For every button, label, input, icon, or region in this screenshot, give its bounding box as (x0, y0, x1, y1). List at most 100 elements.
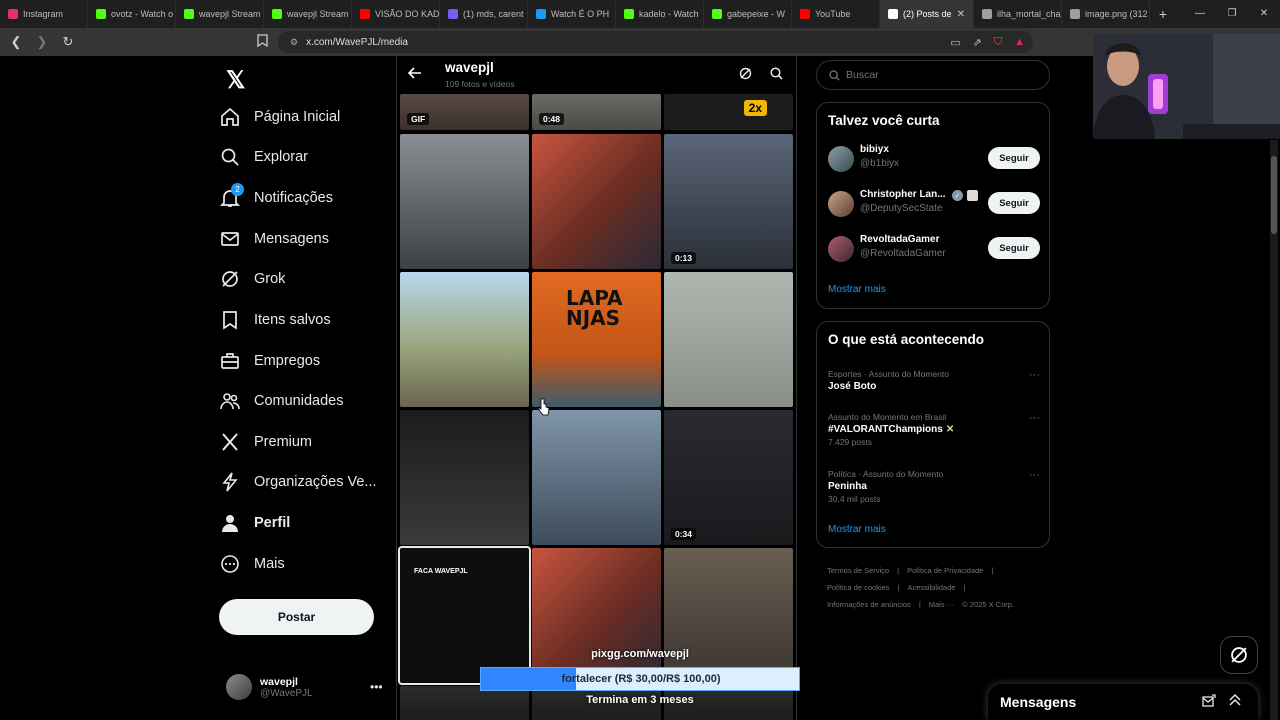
post-button[interactable]: Postar (219, 599, 374, 635)
sidebar-item-bookmark[interactable]: Itens salvos (220, 302, 331, 338)
media-tile[interactable] (400, 410, 529, 545)
sidebar-item-home[interactable]: Página Inicial (220, 99, 340, 135)
trend-item[interactable]: Esportes · Assunto do Momento José Boto ··… (828, 369, 1040, 392)
media-duration-badge: 0:48 (539, 113, 565, 125)
media-tile[interactable]: 0:34 (664, 410, 793, 545)
trends-show-more[interactable]: Mostrar mais (828, 524, 886, 535)
new-tab-button[interactable]: + (1150, 6, 1176, 22)
back-arrow-icon[interactable] (407, 66, 422, 82)
footer-link[interactable]: Política de Privacidade (907, 566, 983, 575)
x-logo-icon[interactable]: 𝕏 (226, 66, 245, 95)
minimize-button[interactable]: ― (1184, 0, 1216, 28)
browser-tab[interactable]: Instagram (0, 0, 88, 28)
tab-label: Instagram (23, 9, 64, 19)
brave-rewards-icon[interactable]: ▲ (1014, 36, 1025, 48)
sidebar-item-lightning[interactable]: Organizações Ve... (220, 464, 377, 500)
browser-tab[interactable]: gabepeixe - W (704, 0, 792, 28)
account-switcher[interactable]: wavepjl @WavePJL (226, 674, 313, 700)
grok-floating-button[interactable] (1220, 636, 1258, 674)
address-bar-row: ❮ ❯ ↻ ⚙ x.com/WavePJL/media ▭ ⇗ ⛉ ▲ (0, 28, 1280, 56)
reload-button[interactable]: ↻ (58, 34, 78, 50)
browser-tab[interactable]: ilha_mortal_cha (974, 0, 1062, 28)
browser-tab[interactable]: VISÃO DO KAD (352, 0, 440, 28)
sidebar-item-bell[interactable]: 2 Notificações (220, 180, 333, 216)
url-field[interactable]: ⚙ x.com/WavePJL/media ▭ ⇗ ⛉ ▲ (278, 31, 1033, 53)
sidebar-item-envelope[interactable]: Mensagens (220, 221, 329, 257)
tab-favicon-icon (800, 9, 810, 19)
follow-button[interactable]: Seguir (988, 237, 1040, 259)
sidebar-item-person[interactable]: Perfil (220, 505, 290, 541)
expand-chevrons-icon[interactable] (1228, 693, 1242, 712)
back-nav-button[interactable]: ❮ (6, 34, 26, 50)
footer-link[interactable]: Termos de Serviço (827, 566, 889, 575)
media-tile[interactable]: LAPA NJAS (532, 272, 661, 407)
suggested-user-handle: @RevoltadaGamer (860, 248, 946, 259)
search-input[interactable]: Buscar (816, 60, 1050, 90)
media-tile[interactable] (532, 134, 661, 269)
trend-more-icon[interactable]: ··· (1029, 469, 1040, 481)
cast-icon[interactable]: ▭ (950, 36, 960, 49)
forward-nav-button[interactable]: ❯ (32, 34, 52, 50)
media-tile[interactable] (532, 410, 661, 545)
browser-tab[interactable]: Watch É O PH (528, 0, 616, 28)
footer-link[interactable]: Mais ··· (929, 600, 954, 609)
tab-label: wavepjl Stream (199, 9, 261, 19)
sidebar-item-more-circle[interactable]: Mais (220, 546, 285, 582)
messages-drawer[interactable]: Mensagens (988, 684, 1258, 720)
new-message-icon[interactable] (1202, 694, 1216, 713)
account-more-icon[interactable]: ••• (370, 680, 383, 694)
tab-close-icon[interactable]: ✕ (957, 9, 965, 20)
browser-tab[interactable]: wavepjl Stream (176, 0, 264, 28)
media-tile[interactable]: 2x (664, 94, 793, 130)
who-to-follow-show-more[interactable]: Mostrar mais (828, 284, 886, 295)
media-tile[interactable] (664, 272, 793, 407)
trend-item[interactable]: Assunto do Momento em Brasil #VALORANTCha… (828, 412, 1040, 447)
search-icon[interactable] (770, 67, 783, 85)
trend-more-icon[interactable]: ··· (1029, 412, 1040, 424)
media-tile[interactable]: 0:48 (532, 94, 661, 130)
follow-button[interactable]: Seguir (988, 147, 1040, 169)
media-tile[interactable]: 0:13 (664, 134, 793, 269)
bookmark-page-icon[interactable] (252, 34, 272, 50)
grok-icon[interactable] (739, 67, 752, 85)
brave-shield-icon[interactable]: ⛉ (994, 36, 1002, 49)
sidebar-item-people[interactable]: Comunidades (220, 383, 343, 419)
browser-tab[interactable]: (2) Posts de ✕ (880, 0, 974, 28)
footer-link[interactable]: Informações de anúncios (827, 600, 911, 609)
suggested-user[interactable]: RevoltadaGamer @RevoltadaGamer Seguir (828, 234, 1040, 266)
follow-button[interactable]: Seguir (988, 192, 1040, 214)
trend-item[interactable]: Política · Assunto do Momento Peninha 30,4… (828, 469, 1040, 504)
close-window-button[interactable]: ✕ (1248, 0, 1280, 28)
share-icon[interactable]: ⇗ (973, 36, 982, 49)
media-tile[interactable]: GIF (400, 94, 529, 130)
sidebar-item-search[interactable]: Explorar (220, 139, 308, 175)
sidebar-item-x-logo[interactable]: Premium (220, 424, 312, 460)
verified-badge-icon: ✓ (952, 190, 963, 201)
footer-link[interactable]: Acessibilidade (908, 583, 956, 592)
media-tile[interactable] (400, 272, 529, 407)
trend-meta: Política · Assunto do Momento (828, 469, 944, 479)
media-tile-text: FACA WAVEPJL (414, 568, 468, 575)
suggested-user[interactable]: bibiyx @b1biyx Seguir (828, 144, 1040, 176)
footer-link[interactable]: Política de cookies (827, 583, 890, 592)
browser-tab[interactable]: image.png (312 (1062, 0, 1150, 28)
account-handle: @WavePJL (260, 687, 313, 699)
sidebar-item-grok[interactable]: Grok (220, 261, 285, 297)
footer-link[interactable]: © 2025 X Corp. (962, 600, 1014, 609)
notification-badge: 2 (231, 183, 244, 196)
browser-tab[interactable]: (1) mds, carent (440, 0, 528, 28)
browser-tab[interactable]: kadelo - Watch (616, 0, 704, 28)
browser-tab[interactable]: YouTube (792, 0, 880, 28)
page-scrollbar-thumb[interactable] (1271, 156, 1277, 234)
trend-more-icon[interactable]: ··· (1029, 369, 1040, 381)
grok-icon (1231, 647, 1247, 663)
sidebar-item-briefcase[interactable]: Empregos (220, 343, 320, 379)
browser-tab[interactable]: ovotz - Watch o (88, 0, 176, 28)
tab-label: ilha_mortal_cha (997, 9, 1061, 19)
suggested-user[interactable]: Christopher Lan... @DeputySecState Seguir ✓ (828, 189, 1040, 221)
media-tile[interactable] (400, 134, 529, 269)
site-info-icon[interactable]: ⚙ (290, 37, 298, 48)
browser-tab[interactable]: wavepjl Stream (264, 0, 352, 28)
tab-favicon-icon (712, 9, 722, 19)
maximize-button[interactable]: ❐ (1216, 0, 1248, 28)
